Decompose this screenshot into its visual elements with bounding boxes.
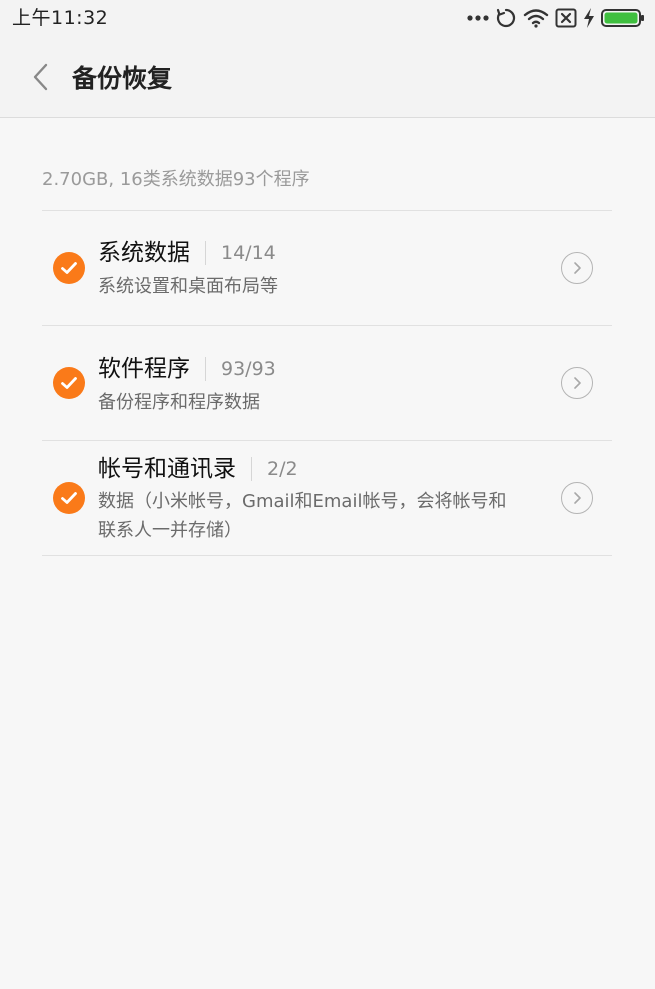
sync-icon bbox=[495, 7, 517, 29]
chevron-left-icon bbox=[31, 62, 49, 96]
item-description: 系统设置和桌面布局等 bbox=[98, 276, 278, 297]
no-sim-icon bbox=[555, 8, 577, 28]
chevron-right-icon[interactable] bbox=[561, 367, 593, 399]
wifi-icon bbox=[523, 8, 549, 28]
title-separator bbox=[251, 457, 252, 481]
item-title-line: 帐号和通讯录 2/2 bbox=[98, 454, 298, 484]
item-description: 数据（小米帐号，Gmail和Email帐号，会将帐号和联系人一并存储） bbox=[98, 491, 507, 541]
charging-icon bbox=[583, 8, 595, 28]
item-title-line: 软件程序 93/93 bbox=[98, 354, 276, 384]
backup-item-apps[interactable]: 软件程序 93/93 备份程序和程序数据 bbox=[42, 326, 612, 441]
more-dots-icon bbox=[467, 14, 489, 22]
item-title: 软件程序 bbox=[98, 356, 190, 382]
backup-summary: 2.70GB, 16类系统数据93个程序 bbox=[42, 169, 310, 190]
item-description: 备份程序和程序数据 bbox=[98, 392, 260, 413]
item-title: 帐号和通讯录 bbox=[98, 456, 236, 482]
status-time: 上午11:32 bbox=[12, 7, 109, 29]
checkbox-checked-icon[interactable] bbox=[53, 367, 85, 399]
title-separator bbox=[205, 241, 206, 265]
backup-item-system-data[interactable]: 系统数据 14/14 系统设置和桌面布局等 bbox=[42, 211, 612, 326]
status-bar: 上午11:32 bbox=[0, 0, 655, 40]
item-title-line: 系统数据 14/14 bbox=[98, 238, 276, 268]
item-count: 2/2 bbox=[267, 458, 298, 480]
page-title: 备份恢复 bbox=[72, 64, 173, 93]
back-button[interactable] bbox=[26, 62, 54, 96]
title-separator bbox=[205, 357, 206, 381]
item-count: 93/93 bbox=[221, 358, 276, 380]
checkbox-checked-icon[interactable] bbox=[53, 252, 85, 284]
chevron-right-icon[interactable] bbox=[561, 482, 593, 514]
header: 备份恢复 bbox=[0, 40, 655, 118]
status-icons bbox=[467, 6, 645, 30]
chevron-right-icon[interactable] bbox=[561, 252, 593, 284]
item-title: 系统数据 bbox=[98, 240, 190, 266]
item-count: 14/14 bbox=[221, 242, 276, 264]
backup-item-accounts-contacts[interactable]: 帐号和通讯录 2/2 数据（小米帐号，Gmail和Email帐号，会将帐号和联系… bbox=[42, 441, 612, 556]
battery-icon bbox=[601, 8, 645, 28]
checkbox-checked-icon[interactable] bbox=[53, 482, 85, 514]
